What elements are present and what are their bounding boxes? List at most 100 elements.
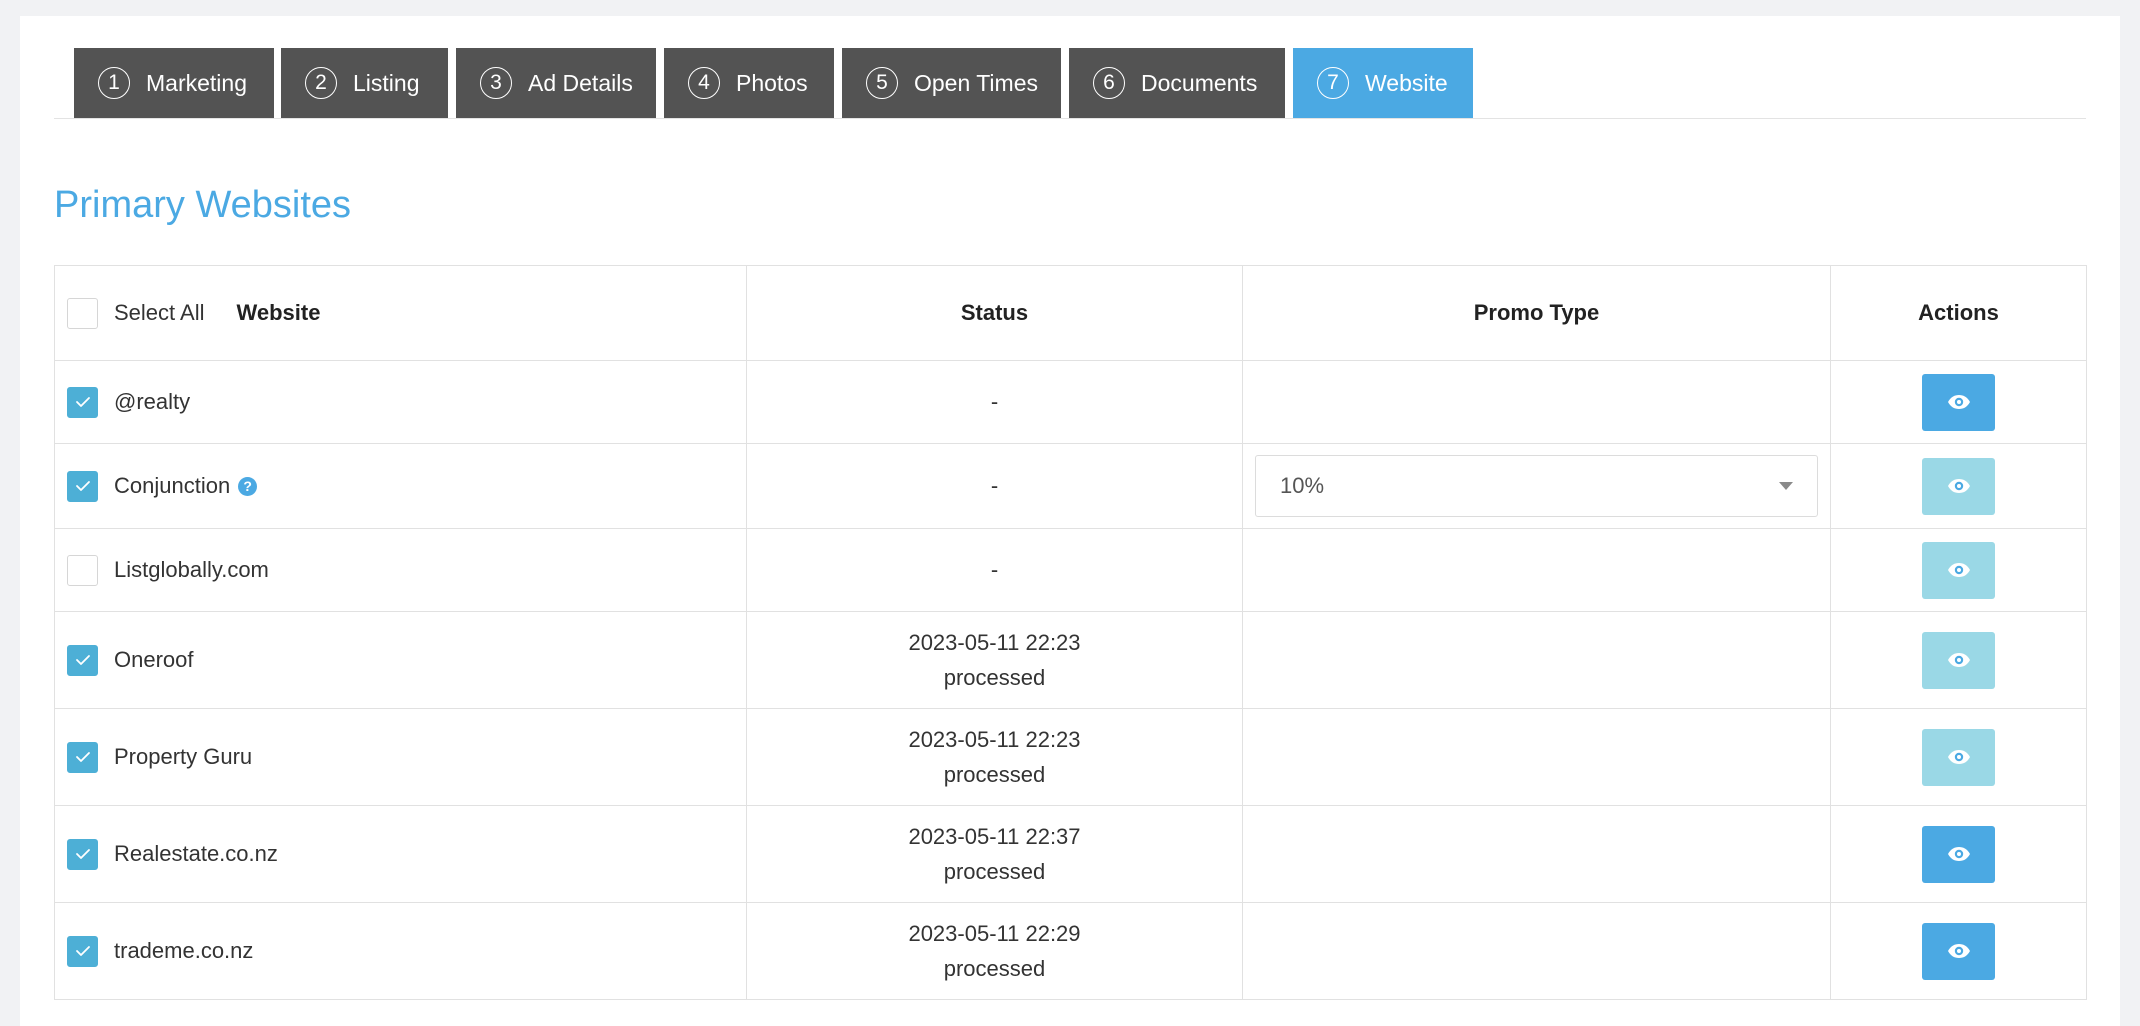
tab-label: Documents — [1141, 69, 1258, 96]
table-row: Property Guru 2023-05-11 22:23 processed — [54, 708, 2087, 806]
view-button[interactable] — [1922, 541, 1995, 599]
promo-type-cell — [1242, 805, 1831, 903]
tab-open-times[interactable]: 5 Open Times — [842, 48, 1061, 118]
actions-cell — [1830, 708, 2087, 806]
actions-cell — [1830, 528, 2087, 612]
tab-documents[interactable]: 6 Documents — [1069, 48, 1285, 118]
table-header-row: Select All Website Status Promo Type Act… — [54, 265, 2087, 361]
website-name: trademe.co.nz — [114, 938, 254, 963]
actions-cell — [1830, 805, 2087, 903]
website-cell: Oneroof — [54, 611, 747, 709]
actions-cell — [1830, 360, 2087, 444]
view-button[interactable] — [1922, 631, 1995, 689]
eye-icon — [1947, 479, 1970, 493]
promo-type-cell — [1242, 360, 1831, 444]
content-panel: 1 Marketing 2 Listing 3 Ad Details 4 Pho… — [20, 16, 2120, 1026]
status-date: - — [990, 473, 999, 498]
select-all-label: Select All — [114, 300, 205, 325]
wizard-tabs: 1 Marketing 2 Listing 3 Ad Details 4 Pho… — [54, 48, 2086, 119]
website-checkbox[interactable] — [67, 386, 98, 418]
status-cell: 2023-05-11 22:37 processed — [746, 805, 1243, 903]
status-cell: 2023-05-11 22:23 processed — [746, 611, 1243, 709]
tab-ad-details[interactable]: 3 Ad Details — [456, 48, 656, 118]
website-header-label: Website — [236, 300, 321, 325]
status-label: processed — [943, 762, 1046, 787]
tab-listing[interactable]: 2 Listing — [281, 48, 448, 118]
website-cell: @realty — [54, 360, 747, 444]
help-icon[interactable]: ? — [238, 476, 258, 496]
table-row: Listglobally.com - — [54, 528, 2087, 612]
select-all-checkbox[interactable] — [67, 297, 98, 329]
status-label: processed — [943, 665, 1046, 690]
status-date: 2023-05-11 22:37 — [908, 824, 1081, 849]
website-cell: Conjunction? — [54, 443, 747, 529]
tab-label: Listing — [353, 69, 420, 96]
actions-cell — [1830, 443, 2087, 529]
eye-icon — [1947, 653, 1970, 667]
table-row: Realestate.co.nz 2023-05-11 22:37 processe… — [54, 805, 2087, 903]
eye-icon — [1947, 847, 1970, 861]
view-button[interactable] — [1922, 922, 1995, 980]
tab-label: Ad Details — [528, 69, 633, 96]
eye-icon — [1947, 750, 1970, 764]
check-icon — [75, 752, 90, 762]
website-checkbox[interactable] — [67, 644, 98, 676]
website-cell: Listglobally.com — [54, 528, 747, 612]
view-button[interactable] — [1922, 457, 1995, 515]
status-date: 2023-05-11 22:29 — [908, 921, 1081, 946]
step-number: 4 — [688, 67, 720, 99]
status-cell: - — [746, 528, 1243, 612]
tab-label: Marketing — [146, 69, 247, 96]
check-icon — [75, 481, 90, 491]
tab-photos[interactable]: 4 Photos — [664, 48, 834, 118]
step-number: 5 — [866, 67, 898, 99]
status-column-header: Status — [746, 265, 1243, 361]
websites-table: Select All Website Status Promo Type Act… — [54, 265, 2087, 1000]
check-icon — [75, 655, 90, 665]
promo-type-column-header: Promo Type — [1242, 265, 1831, 361]
website-name: Listglobally.com — [114, 557, 269, 582]
website-checkbox[interactable] — [67, 470, 98, 502]
table-row: trademe.co.nz 2023-05-11 22:29 processed — [54, 902, 2087, 1000]
view-button[interactable] — [1922, 373, 1995, 431]
website-cell: Property Guru — [54, 708, 747, 806]
check-icon — [75, 849, 90, 859]
website-checkbox[interactable] — [67, 838, 98, 870]
view-button[interactable] — [1922, 825, 1995, 883]
check-icon — [75, 397, 90, 407]
eye-icon — [1947, 395, 1970, 409]
tab-marketing[interactable]: 1 Marketing — [74, 48, 274, 118]
status-cell: - — [746, 443, 1243, 529]
status-cell: 2023-05-11 22:29 processed — [746, 902, 1243, 1000]
website-name: Conjunction — [114, 473, 231, 498]
website-name: @realty — [114, 389, 191, 414]
promo-type-cell: 10% — [1242, 443, 1831, 529]
actions-cell — [1830, 902, 2087, 1000]
table-row: @realty - — [54, 360, 2087, 444]
tab-label: Open Times — [914, 69, 1038, 96]
promo-type-cell — [1242, 708, 1831, 806]
step-number: 1 — [98, 67, 130, 99]
tab-website[interactable]: 7 Website — [1293, 48, 1473, 118]
promo-type-select[interactable]: 10% — [1255, 455, 1818, 517]
status-cell: 2023-05-11 22:23 processed — [746, 708, 1243, 806]
promo-type-cell — [1242, 611, 1831, 709]
step-number: 6 — [1093, 67, 1125, 99]
status-date: 2023-05-11 22:23 — [908, 630, 1081, 655]
website-name: Realestate.co.nz — [114, 841, 278, 866]
website-checkbox[interactable] — [67, 741, 98, 773]
status-label: processed — [943, 956, 1046, 981]
website-checkbox[interactable] — [67, 935, 98, 967]
tab-label: Photos — [736, 69, 808, 96]
website-cell: trademe.co.nz — [54, 902, 747, 1000]
website-name: Property Guru — [114, 744, 253, 769]
table-row: Conjunction? - 10% — [54, 443, 2087, 529]
view-button[interactable] — [1922, 728, 1995, 786]
website-checkbox[interactable] — [67, 554, 98, 586]
promo-type-cell — [1242, 902, 1831, 1000]
status-date: - — [990, 389, 999, 414]
website-column-header: Select All Website — [54, 265, 747, 361]
tab-label: Website — [1365, 69, 1448, 96]
status-label: processed — [943, 859, 1046, 884]
chevron-down-icon — [1779, 482, 1793, 490]
